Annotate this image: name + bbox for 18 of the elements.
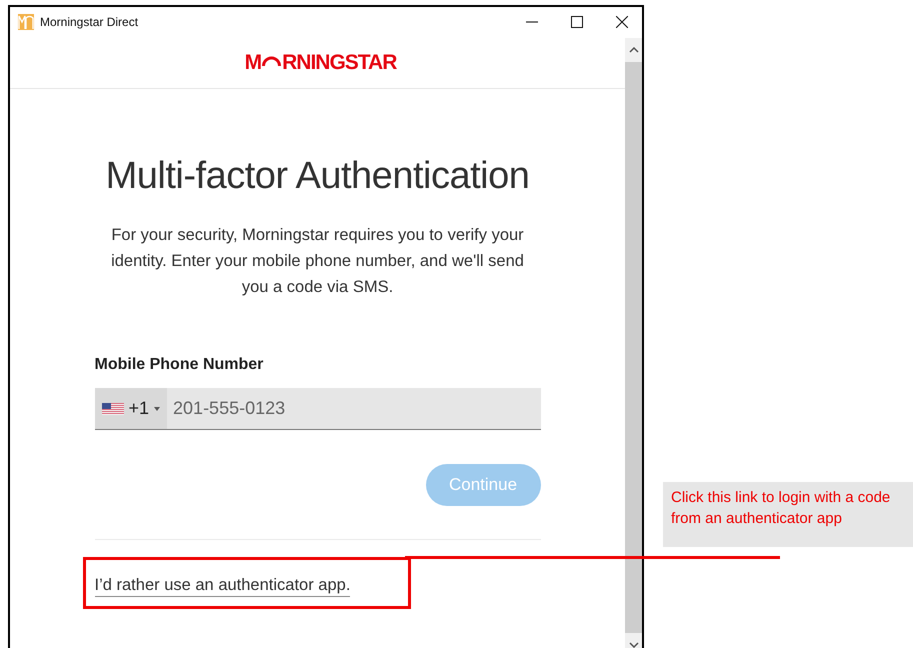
- app-icon: [18, 14, 34, 30]
- caret-icon: [154, 406, 160, 410]
- window-title: Morningstar Direct: [40, 15, 138, 29]
- country-code: +1: [128, 398, 150, 419]
- intro-text: For your security, Morningstar requires you to verify your identity. Enter your mobile phone number, and we'll send you a code via SMS.: [110, 225, 525, 298]
- country-selector[interactable]: +1: [94, 388, 168, 429]
- callout-note: Click this link to login with a code from an authenticator app: [663, 482, 913, 547]
- logo-arc-icon: [262, 54, 282, 66]
- page-heading: Multi-factor Authentication: [106, 155, 530, 198]
- logo-text: RNINGSTAR: [282, 52, 396, 74]
- field-label: Mobile Phone Number: [94, 356, 264, 374]
- phone-field[interactable]: +1 201-555-0123: [94, 388, 540, 430]
- scrollbar[interactable]: [625, 38, 642, 648]
- flag-icon: [102, 402, 124, 414]
- logo-text: M: [244, 52, 262, 74]
- authenticator-link[interactable]: I’d rather use an authenticator app.: [94, 576, 350, 597]
- maximize-icon[interactable]: [571, 16, 583, 28]
- close-icon[interactable]: [616, 16, 628, 28]
